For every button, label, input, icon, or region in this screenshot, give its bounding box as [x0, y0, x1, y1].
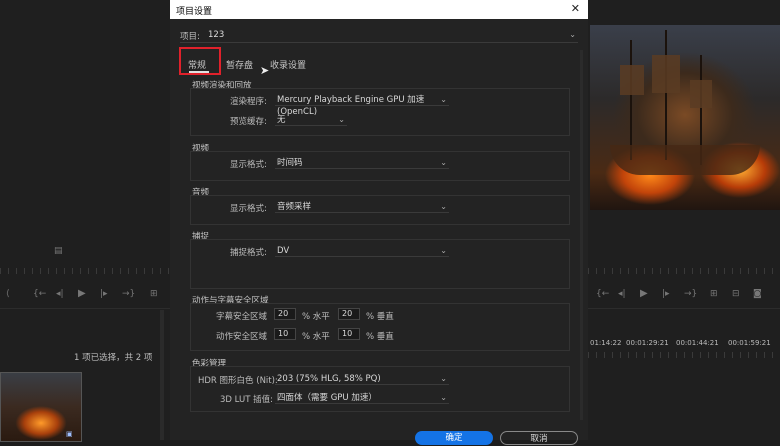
hdr-white-select[interactable]: 203 (75% HLG, 58% PQ) ⌄ [275, 373, 449, 385]
capture-format-select[interactable]: DV ⌄ [275, 245, 449, 257]
preview-cache-label: 预览缓存: [230, 117, 267, 127]
dialog-titlebar[interactable]: 项目设置 ✕ [170, 0, 588, 19]
renderer-select[interactable]: Mercury Playback Engine GPU 加速 (OpenCL) … [275, 94, 449, 117]
hdr-white-value: 203 (75% HLG, 58% PQ) [277, 374, 381, 384]
insert-icon[interactable]: ⊞ [150, 289, 158, 299]
audio-format-select[interactable]: 音频采样 ⌄ [275, 201, 449, 213]
title-safe-v-input[interactable]: 20 [338, 308, 360, 320]
lut-interpolation-value: 四面体（需要 GPU 加速） [277, 393, 377, 403]
action-safe-h-input[interactable]: 10 [274, 328, 296, 340]
ship-sail [690, 80, 712, 108]
video-format-label: 显示格式: [230, 160, 267, 170]
panel-divider-right [588, 308, 780, 309]
go-to-in-icon-right[interactable]: {← [596, 289, 609, 299]
action-safe-label: 动作安全区域 [216, 332, 268, 342]
renderer-label: 渲染程序: [230, 97, 267, 107]
chevron-down-icon: ⌄ [440, 393, 447, 402]
play-icon[interactable]: ▶ [78, 288, 86, 299]
vertical-unit: % 垂直 [366, 312, 394, 322]
chevron-down-icon: ⌄ [338, 115, 345, 124]
left-panel: ⟨ {← ◂| ▶ |▸ →} ⊞ ▤ 1 项已选择，共 2 项 ▣ [0, 0, 170, 442]
chevron-down-icon: ⌄ [440, 374, 447, 383]
timecode-3: 00:01:44:21 [676, 339, 719, 347]
ship-sail [620, 65, 644, 95]
cancel-button[interactable]: 取消 [500, 431, 578, 445]
audio-format-label: 显示格式: [230, 204, 267, 214]
preview-cache-value: 无 [277, 115, 286, 125]
panel-divider [0, 308, 170, 309]
timeline-ruler-right [588, 268, 780, 274]
project-dropdown-chevron-icon[interactable]: ⌄ [569, 30, 576, 39]
lift-icon[interactable]: ⊞ [710, 289, 718, 299]
tab-active-underline [189, 71, 209, 73]
go-to-out-icon-right[interactable]: →} [684, 289, 697, 299]
video-format-value: 时间码 [277, 158, 303, 168]
vertical-unit: % 垂直 [366, 332, 394, 342]
chevron-down-icon: ⌄ [440, 95, 447, 104]
dialog-scrollbar[interactable] [580, 50, 583, 420]
preview-cache-select[interactable]: 无 ⌄ [275, 114, 347, 126]
header-divider [180, 42, 578, 43]
close-icon[interactable]: ✕ [571, 2, 580, 15]
timecode-4: 00:01:59:21 [728, 339, 771, 347]
clip-badge-icon: ▣ [66, 430, 73, 438]
tab-general[interactable]: 常规 [188, 58, 206, 71]
title-safe-label: 字幕安全区域 [216, 312, 268, 322]
hdr-white-label: HDR 图形白色 (Nit): [198, 376, 278, 386]
ship-sail [652, 55, 680, 93]
step-back-frame-icon[interactable]: ◂| [56, 289, 64, 299]
lut-interpolation-label: 3D LUT 插值: [220, 395, 273, 405]
ship-mast [630, 40, 632, 160]
panel-scrollbar[interactable] [160, 310, 164, 440]
timeline-ticks [588, 352, 780, 358]
horizontal-unit: % 水平 [302, 312, 330, 322]
capture-format-value: DV [277, 246, 290, 256]
mouse-cursor-icon: ➤ [260, 64, 270, 77]
chevron-down-icon: ⌄ [440, 158, 447, 167]
horizontal-unit: % 水平 [302, 332, 330, 342]
audio-format-value: 音频采样 [277, 202, 312, 212]
action-safe-v-input[interactable]: 10 [338, 328, 360, 340]
chevron-down-icon: ⌄ [440, 202, 447, 211]
ship-mast [665, 30, 667, 160]
step-back-frame-icon-right[interactable]: ◂| [618, 289, 626, 299]
tab-ingest-settings[interactable]: 收录设置 [270, 58, 306, 71]
extract-icon[interactable]: ⊟ [732, 289, 740, 299]
step-forward-frame-icon[interactable]: |▸ [100, 289, 108, 299]
timecode-2: 00:01:29:21 [626, 339, 669, 347]
timecode-1: 01:14:22 [590, 339, 622, 347]
go-to-out-icon[interactable]: →} [122, 289, 135, 299]
timeline-ruler-left [0, 268, 170, 274]
ship-hull [610, 145, 760, 175]
play-icon-right[interactable]: ▶ [640, 288, 648, 299]
program-monitor-video [590, 25, 780, 210]
panel-menu-icon[interactable]: ▤ [54, 246, 63, 256]
camera-icon[interactable]: ◙ [753, 289, 762, 299]
video-format-select[interactable]: 时间码 ⌄ [275, 157, 449, 169]
step-forward-frame-icon-right[interactable]: |▸ [662, 289, 670, 299]
step-back-icon[interactable]: ⟨ [6, 289, 10, 299]
project-name: 123 [208, 30, 225, 40]
project-settings-dialog: 项目设置 ✕ 项目: 123 ⌄ 常规 暂存盘 ➤ 收录设置 视频渲染和回放 渲… [170, 0, 588, 445]
tab-scratch-disks[interactable]: 暂存盘 [226, 58, 253, 71]
go-to-in-icon[interactable]: {← [33, 289, 46, 299]
ok-button[interactable]: 确定 [415, 431, 493, 445]
selection-count: 1 项已选择，共 2 项 [74, 353, 153, 363]
capture-format-label: 捕捉格式: [230, 248, 267, 258]
project-label: 项目: [180, 32, 200, 42]
title-safe-h-input[interactable]: 20 [274, 308, 296, 320]
chevron-down-icon: ⌄ [440, 246, 447, 255]
dialog-title: 项目设置 [176, 7, 213, 17]
lut-interpolation-select[interactable]: 四面体（需要 GPU 加速） ⌄ [275, 392, 449, 404]
